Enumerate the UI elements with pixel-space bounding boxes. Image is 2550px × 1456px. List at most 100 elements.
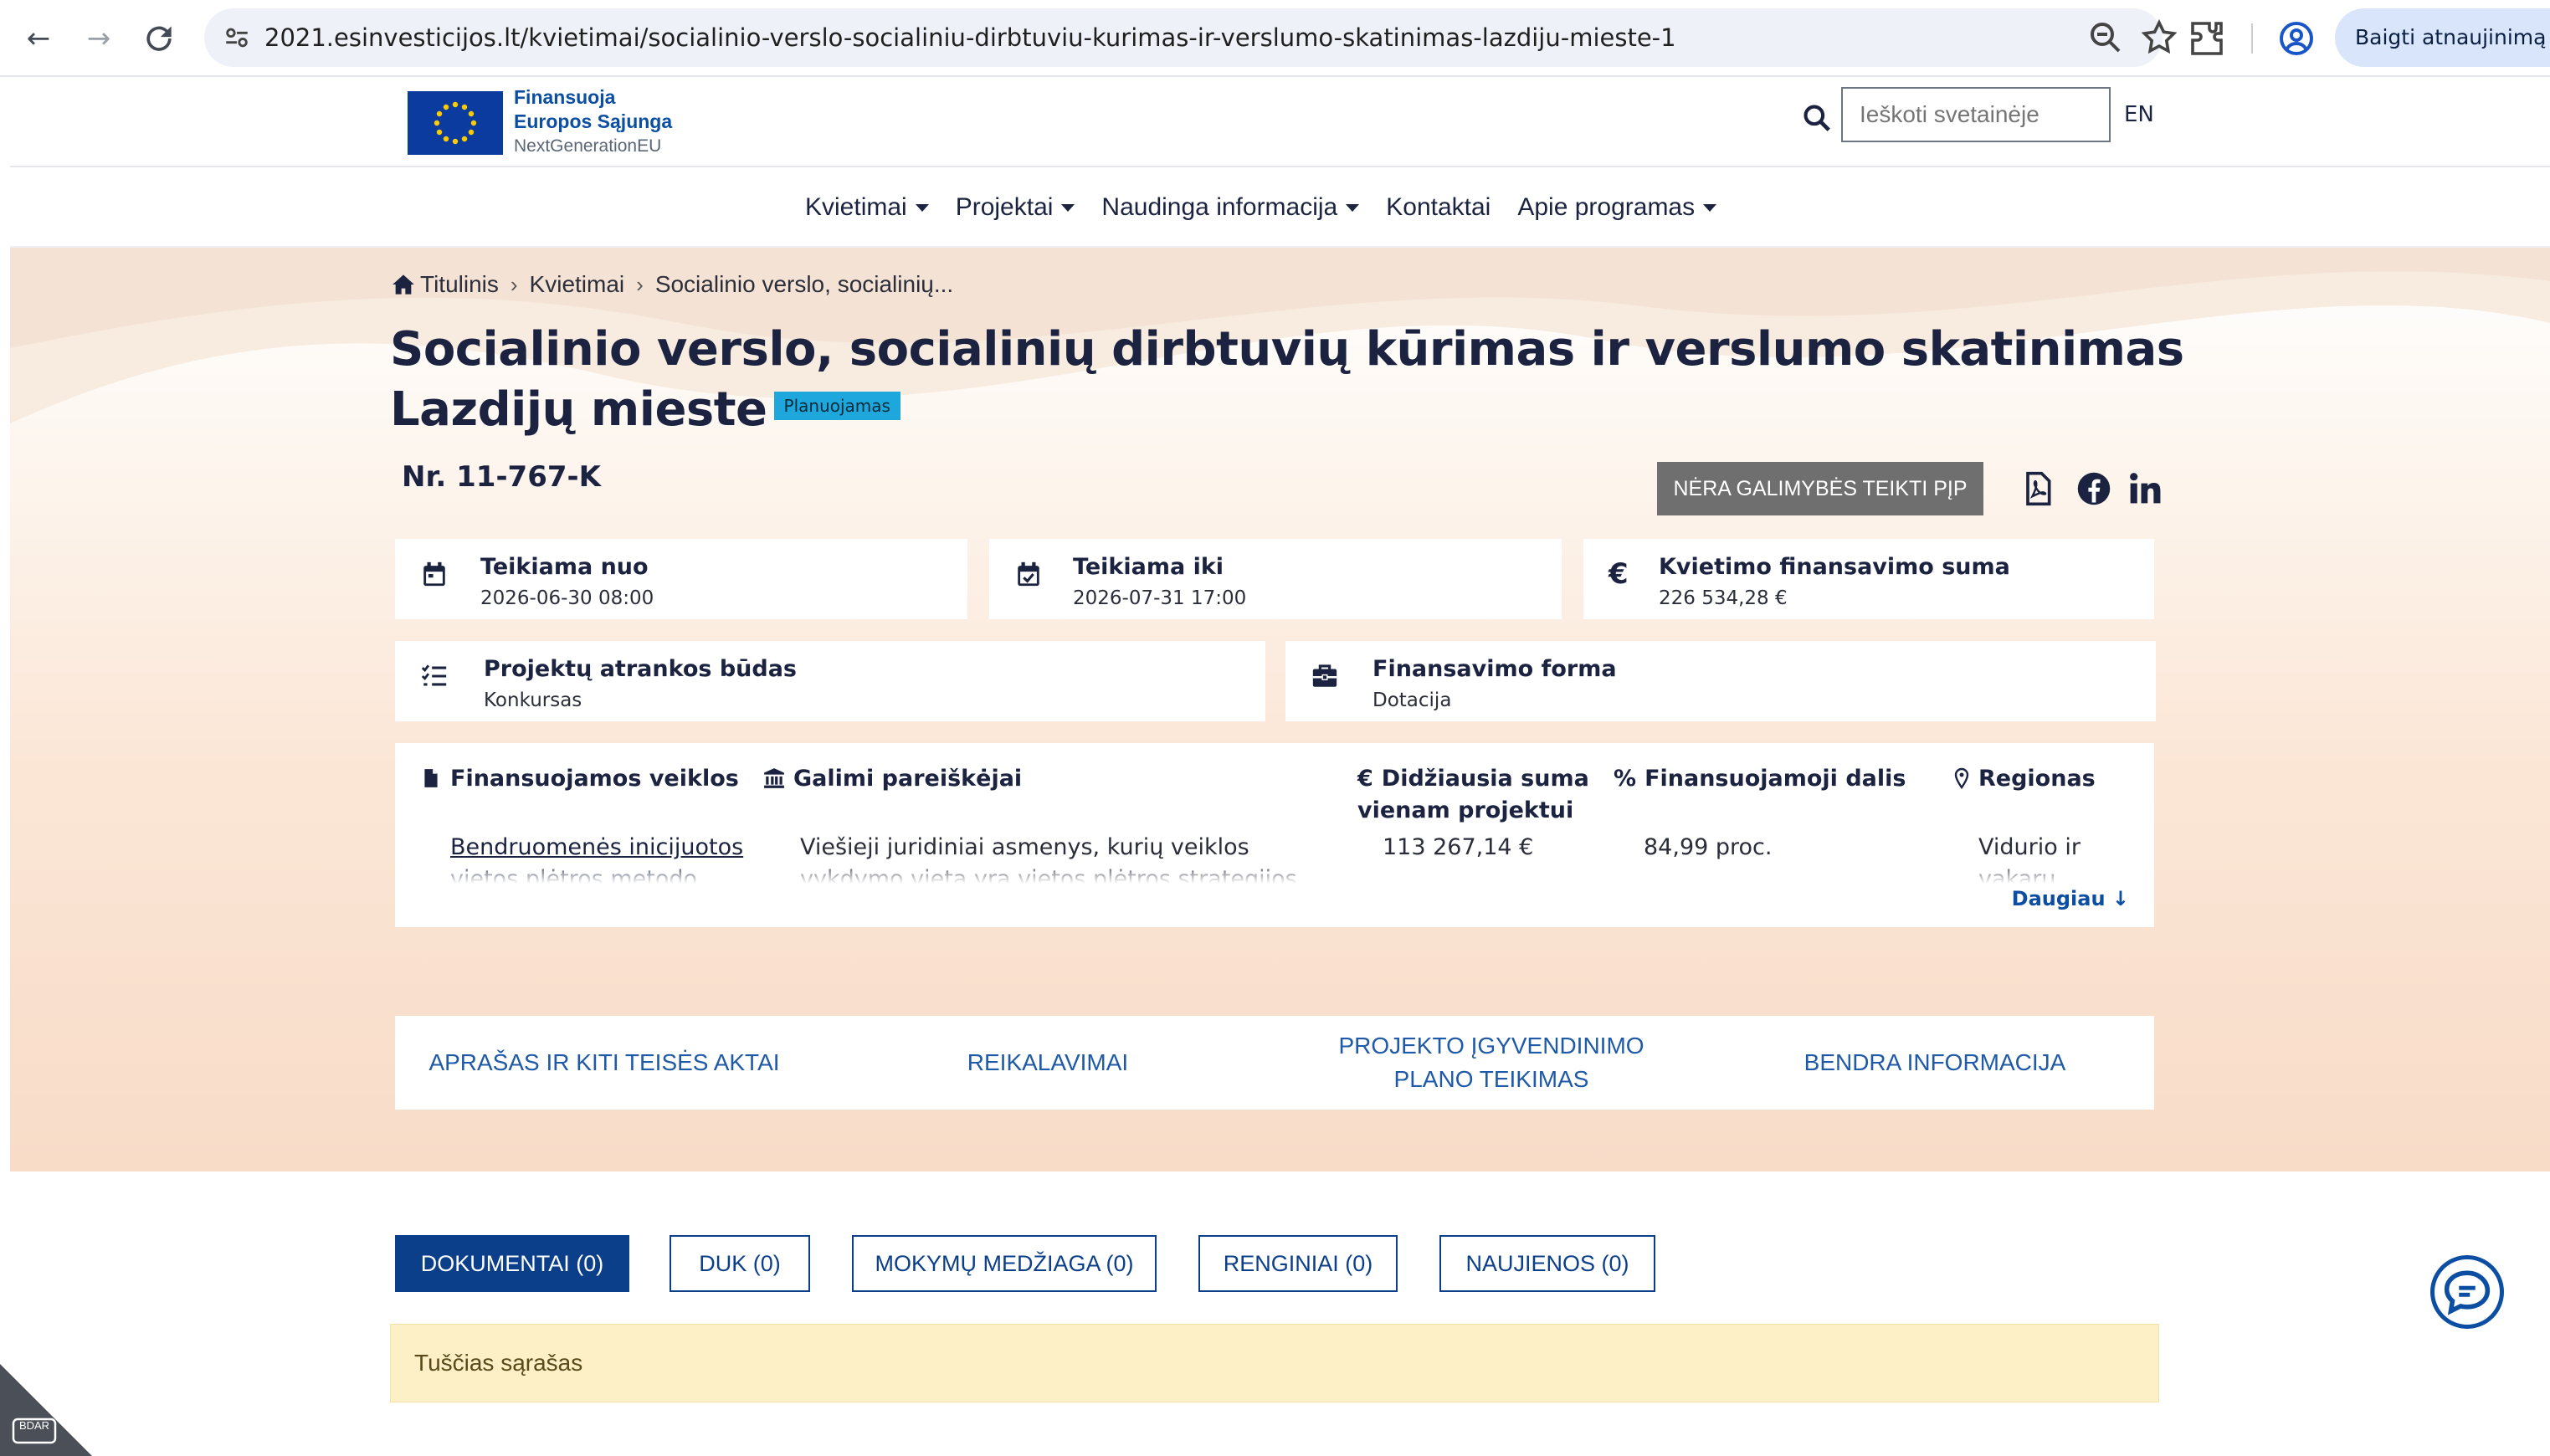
card-value: 226 534,28 € bbox=[1659, 587, 1788, 609]
tab-aprasas[interactable]: APRAŠAS IR KITI TEISĖS AKTAI bbox=[420, 1016, 788, 1110]
tab-reikalavimai[interactable]: REIKALAVIMAI bbox=[864, 1016, 1232, 1110]
nav-item-kvietimai[interactable]: Kvietimai bbox=[805, 193, 929, 222]
finish-update-label: Baigti atnaujinimą bbox=[2355, 25, 2547, 49]
logo-line-3: NextGenerationEU bbox=[514, 136, 662, 156]
breadcrumb: Titulinis › Kvietimai › Socialinio versl… bbox=[392, 271, 953, 298]
card-title: Kvietimo finansavimo suma bbox=[1659, 554, 2010, 580]
doc-tab-renginiai[interactable]: RENGINIAI (0) bbox=[1198, 1235, 1398, 1292]
doc-tab-dokumentai[interactable]: DOKUMENTAI (0) bbox=[395, 1235, 629, 1292]
th-label: Galimi pareiškėjai bbox=[793, 766, 1023, 792]
call-number: Nr. 11-767-K bbox=[402, 460, 601, 494]
doc-tab-naujienos[interactable]: NAUJIENOS (0) bbox=[1439, 1235, 1655, 1292]
forward-icon[interactable]: → bbox=[80, 20, 117, 57]
card-submit-until: Teikiama iki 2026-07-31 17:00 bbox=[989, 539, 1562, 619]
linkedin-icon[interactable] bbox=[2127, 470, 2164, 507]
facebook-icon[interactable] bbox=[2075, 470, 2112, 507]
pdf-download-icon[interactable] bbox=[2019, 470, 2055, 507]
tab-bendra-informacija[interactable]: BENDRA INFORMACIJA bbox=[1751, 1016, 2119, 1110]
toolbar-divider bbox=[2251, 23, 2253, 54]
logo-line-1: Finansuoja bbox=[514, 86, 616, 108]
chat-bubble-icon bbox=[2444, 1270, 2491, 1315]
doc-tab-duk[interactable]: DUK (0) bbox=[670, 1235, 810, 1292]
hero-wave-decoration bbox=[10, 248, 2550, 423]
extensions-icon[interactable] bbox=[2186, 18, 2226, 59]
breadcrumb-separator: › bbox=[510, 271, 518, 297]
breadcrumb-home[interactable]: Titulinis bbox=[420, 271, 499, 298]
status-badge: Planuojamas bbox=[773, 392, 900, 420]
zoom-icon[interactable] bbox=[2086, 18, 2126, 58]
empty-list-notice: Tuščias sąrašas bbox=[390, 1324, 2159, 1402]
chat-button[interactable] bbox=[2430, 1255, 2504, 1329]
site-settings-icon[interactable] bbox=[223, 23, 251, 52]
card-submit-from: Teikiama nuo 2026-06-30 08:00 bbox=[395, 539, 967, 619]
breadcrumb-kvietimai[interactable]: Kvietimai bbox=[530, 271, 625, 298]
url-text[interactable]: 2021.esinvesticijos.lt/kvietimai/sociali… bbox=[264, 8, 1676, 67]
bookmark-star-icon[interactable] bbox=[2139, 18, 2179, 58]
th-share: % Finansuojamoji dalis bbox=[1614, 763, 1906, 795]
td-max-amount: 113 267,14 € bbox=[1383, 834, 1534, 860]
breadcrumb-current: Socialinio verslo, socialinių... bbox=[654, 271, 954, 297]
card-funding-form: Finansavimo forma Dotacija bbox=[1285, 641, 2156, 721]
institution-icon bbox=[764, 768, 784, 788]
nav-item-label: Projektai bbox=[955, 193, 1054, 221]
calendar-icon bbox=[423, 561, 445, 587]
submit-application-button[interactable]: NĖRA GALIMYBĖS TEIKTI PĮP bbox=[1657, 462, 1983, 515]
percent-icon: % bbox=[1614, 766, 1637, 792]
funding-table: Finansuojamos veiklos Galimi pareiškėjai… bbox=[395, 743, 2154, 927]
more-link[interactable]: Daugiau ↓ bbox=[2012, 887, 2129, 910]
gdpr-corner-badge[interactable] bbox=[0, 1364, 92, 1456]
eu-flag-logo[interactable] bbox=[408, 91, 503, 155]
address-bar[interactable]: 2021.esinvesticijos.lt/kvietimai/sociali… bbox=[204, 8, 2178, 67]
breadcrumb-separator: › bbox=[636, 271, 644, 297]
card-title: Projektų atrankos būdas bbox=[484, 656, 798, 682]
profile-icon[interactable] bbox=[2276, 18, 2317, 59]
browser-toolbar: ← → 2021.esinvesticijos.lt/kvietimai/soc… bbox=[0, 0, 2550, 77]
th-label: Regionas bbox=[1978, 766, 2096, 792]
page-title: Socialinio verslo, socialinių dirbtuvių … bbox=[390, 320, 2189, 440]
td-activities-link[interactable]: Bendruomenės inicijuotos vietos plėtros … bbox=[450, 832, 752, 884]
site-header: Finansuoja Europos Sąjunga NextGeneratio… bbox=[10, 77, 2550, 167]
th-label: Finansuojamoji dalis bbox=[1644, 766, 1906, 792]
card-selection-method: Projektų atrankos būdas Konkursas bbox=[395, 641, 1265, 721]
card-value: 2026-06-30 08:00 bbox=[480, 587, 654, 609]
arrow-down-icon: ↓ bbox=[2111, 887, 2129, 910]
logo-line-2: Europos Sąjunga bbox=[514, 110, 673, 132]
nav-item-label: Apie programas bbox=[1517, 193, 1696, 221]
home-icon[interactable] bbox=[392, 274, 415, 295]
file-icon bbox=[424, 769, 438, 787]
language-switch[interactable]: EN bbox=[2124, 102, 2154, 127]
nav-item-kontaktai[interactable]: Kontaktai bbox=[1386, 193, 1490, 222]
call-title-text: Socialinio verslo, socialinių dirbtuvių … bbox=[390, 322, 2184, 437]
th-label: Didžiausia suma vienam projektui bbox=[1357, 766, 1589, 823]
site-search-input[interactable] bbox=[1841, 87, 2111, 142]
finish-update-button[interactable]: Baigti atnaujinimą ⋮ bbox=[2335, 8, 2550, 67]
card-title: Finansavimo forma bbox=[1372, 656, 1617, 682]
reload-icon[interactable] bbox=[141, 20, 177, 57]
section-tabs-bar: APRAŠAS IR KITI TEISĖS AKTAI REIKALAVIMA… bbox=[395, 1016, 2154, 1110]
briefcase-icon bbox=[1312, 664, 1337, 687]
th-label: Finansuojamos veiklos bbox=[450, 766, 739, 792]
euro-icon: € bbox=[1609, 557, 1629, 591]
nav-item-naudinga-informacija[interactable]: Naudinga informacija bbox=[1101, 193, 1360, 222]
th-applicants: Galimi pareiškėjai bbox=[763, 763, 1022, 795]
td-region: Vidurio ir vakarų bbox=[1978, 834, 2081, 884]
euro-icon: € bbox=[1357, 766, 1373, 792]
caret-down-icon bbox=[1346, 203, 1360, 212]
card-value: 2026-07-31 17:00 bbox=[1073, 587, 1247, 609]
back-icon[interactable]: ← bbox=[20, 20, 57, 57]
eu-funding-logo-text[interactable]: Finansuoja Europos Sąjunga NextGeneratio… bbox=[514, 85, 672, 158]
nav-item-label: Kvietimai bbox=[805, 193, 907, 221]
tab-pip-teikimas[interactable]: PROJEKTO ĮGYVENDINIMO PLANO TEIKIMAS bbox=[1307, 1016, 1675, 1110]
nav-item-projektai[interactable]: Projektai bbox=[956, 193, 1075, 222]
doc-tab-mokymu-medziaga[interactable]: MOKYMŲ MEDŽIAGA (0) bbox=[852, 1235, 1157, 1292]
search-icon[interactable] bbox=[1801, 102, 1833, 134]
th-region: Regionas bbox=[1953, 763, 2096, 795]
map-pin-icon bbox=[1954, 767, 1969, 789]
main-navigation: Kvietimai Projektai Naudinga informacija… bbox=[10, 167, 2550, 248]
calendar-check-icon bbox=[1018, 561, 1039, 587]
card-title: Teikiama iki bbox=[1073, 554, 1224, 580]
gdpr-badge-label: BDAR bbox=[18, 1419, 50, 1432]
card-value: Dotacija bbox=[1372, 690, 1452, 711]
caret-down-icon bbox=[915, 203, 929, 212]
nav-item-apie-programas[interactable]: Apie programas bbox=[1517, 193, 1717, 222]
